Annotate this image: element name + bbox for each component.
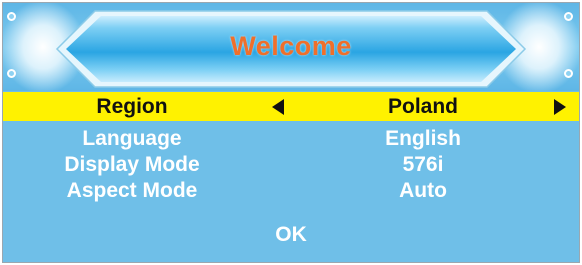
language-value: English xyxy=(385,127,461,150)
welcome-setup-screen: Welcome Region Poland Language English D… xyxy=(2,2,580,263)
header-band: Welcome xyxy=(3,3,579,91)
display-mode-setting-row[interactable]: Display Mode 576i xyxy=(3,150,579,179)
ring-dot-icon xyxy=(564,12,573,21)
region-value: Poland xyxy=(387,95,458,118)
arrow-left-icon[interactable] xyxy=(272,99,284,115)
ring-dot-icon xyxy=(7,69,16,78)
region-label: Region xyxy=(96,95,168,118)
region-setting-row[interactable]: Region Poland xyxy=(3,92,579,121)
ok-button[interactable]: OK xyxy=(261,221,321,249)
arrow-right-icon[interactable] xyxy=(554,99,566,115)
language-label: Language xyxy=(82,127,182,150)
aspect-mode-setting-row[interactable]: Aspect Mode Auto xyxy=(3,176,579,205)
page-title: Welcome xyxy=(230,31,352,61)
display-mode-label: Display Mode xyxy=(64,153,200,176)
aspect-mode-value: Auto xyxy=(399,179,447,202)
aspect-mode-label: Aspect Mode xyxy=(66,179,198,202)
language-setting-row[interactable]: Language English xyxy=(3,124,579,153)
ring-dot-icon xyxy=(564,69,573,78)
ring-dot-icon xyxy=(7,12,16,21)
display-mode-value: 576i xyxy=(402,153,444,176)
